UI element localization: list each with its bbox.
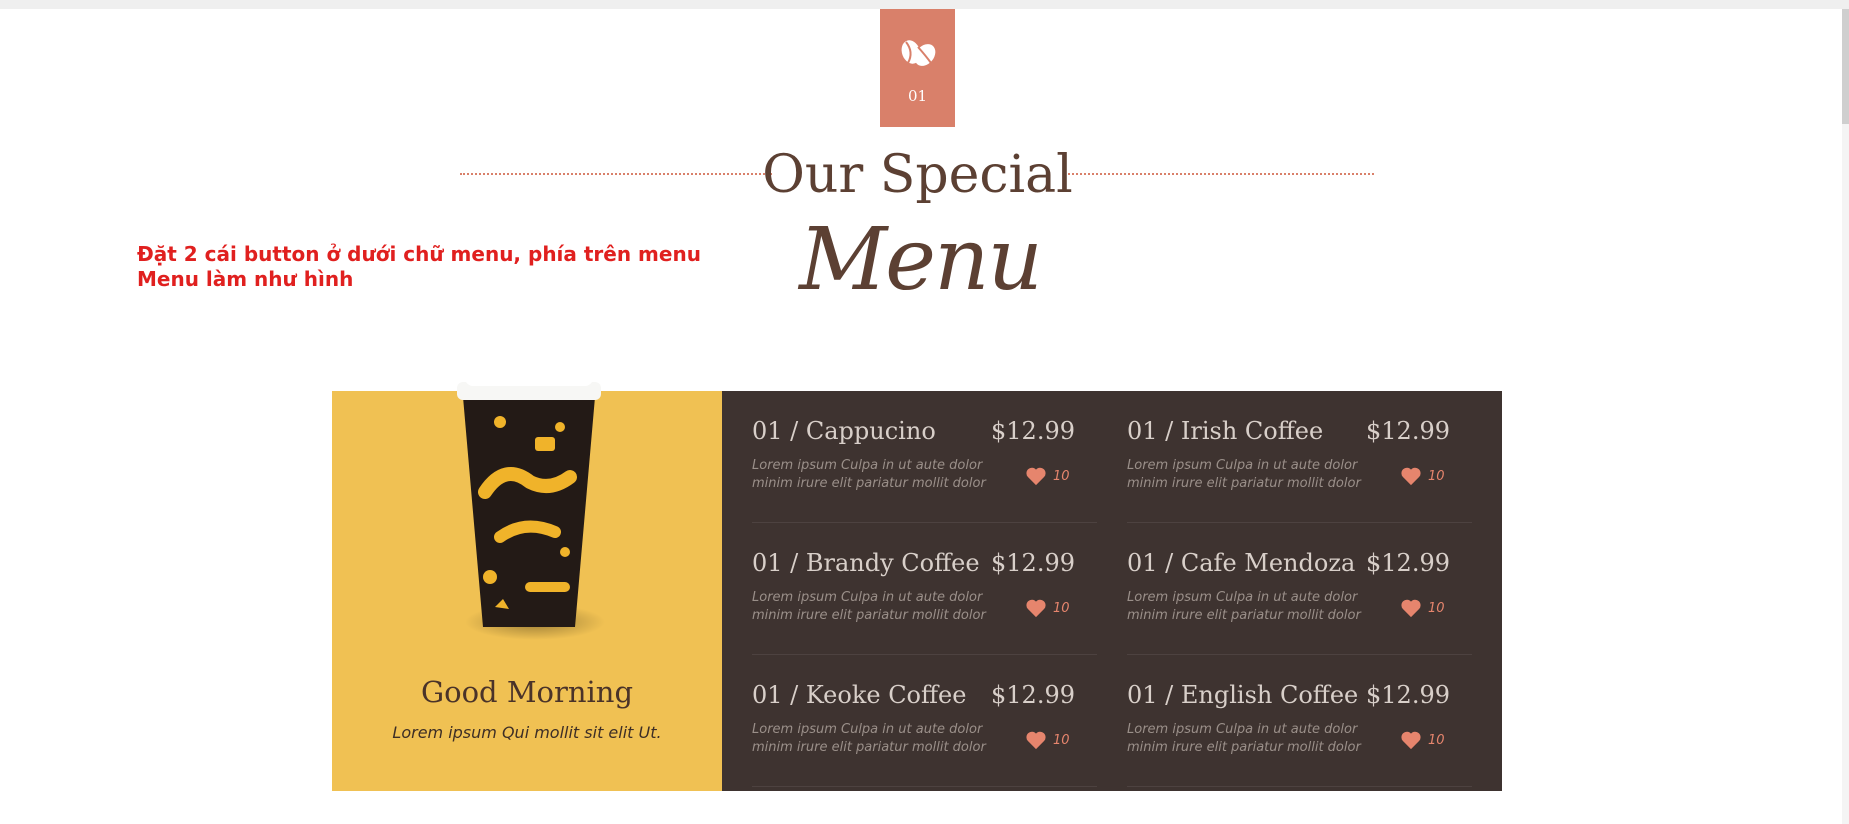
item-divider <box>752 786 1097 787</box>
section-number: 01 <box>907 87 928 105</box>
like-button[interactable]: 10 <box>1025 598 1070 618</box>
menu-item-name: 01 / Irish Coffee <box>1127 417 1324 445</box>
annotation-note: Đặt 2 cái button ở dưới chữ menu, phía t… <box>137 242 777 292</box>
promo-subtitle: Lorem ipsum Qui mollit sit elit Ut. <box>392 723 662 742</box>
menu-item[interactable]: 01 / Keoke Coffee $12.99 Lorem ipsum Cul… <box>752 655 1097 787</box>
menu-item-description: Lorem ipsum Culpa in ut aute dolor minim… <box>1127 458 1361 491</box>
like-button[interactable]: 10 <box>1025 466 1070 486</box>
menu-item-description: Lorem ipsum Culpa in ut aute dolor minim… <box>1127 590 1361 623</box>
item-divider <box>1127 786 1472 787</box>
menu-item-price: $12.99 <box>1366 417 1450 445</box>
menu-item-price: $12.99 <box>1366 681 1450 709</box>
heart-icon <box>1026 467 1046 486</box>
section-title-script: Menu <box>799 210 1043 310</box>
section-badge: 01 <box>880 9 955 127</box>
like-count: 10 <box>1428 732 1445 748</box>
top-strip <box>0 0 1849 9</box>
heart-icon <box>1026 731 1046 750</box>
like-count: 10 <box>1428 468 1445 484</box>
coffee-beans-icon <box>901 40 936 66</box>
menu-item-name: 01 / Keoke Coffee <box>752 681 967 709</box>
menu-item[interactable]: 01 / Cafe Mendoza $12.99 Lorem ipsum Cul… <box>1127 523 1472 655</box>
menu-item-name: 01 / Cafe Mendoza <box>1127 549 1356 577</box>
section-title: Our Special <box>762 145 1073 205</box>
menu-item-price: $12.99 <box>991 681 1075 709</box>
menu-item-description: Lorem ipsum Culpa in ut aute dolor minim… <box>752 590 986 623</box>
like-button[interactable]: 10 <box>1400 466 1445 486</box>
like-button[interactable]: 10 <box>1400 730 1445 750</box>
coffee-cup-image <box>457 366 605 640</box>
like-button[interactable]: 10 <box>1025 730 1070 750</box>
menu-item[interactable]: 01 / Irish Coffee $12.99 Lorem ipsum Cul… <box>1127 391 1472 523</box>
heart-icon <box>1401 467 1421 486</box>
menu-item[interactable]: 01 / English Coffee $12.99 Lorem ipsum C… <box>1127 655 1472 787</box>
like-count: 10 <box>1053 468 1070 484</box>
like-count: 10 <box>1053 600 1070 616</box>
like-count: 10 <box>1428 600 1445 616</box>
heart-icon <box>1401 731 1421 750</box>
annotation-line-2: Menu làm như hình <box>137 267 354 291</box>
annotation-line-1: Đặt 2 cái button ở dưới chữ menu, phía t… <box>137 242 701 266</box>
scrollbar-track[interactable] <box>1842 9 1849 824</box>
like-button[interactable]: 10 <box>1400 598 1445 618</box>
menu-item-description: Lorem ipsum Culpa in ut aute dolor minim… <box>1127 722 1361 755</box>
menu-item-description: Lorem ipsum Culpa in ut aute dolor minim… <box>752 458 986 491</box>
scrollbar-thumb[interactable] <box>1842 9 1849 124</box>
menu-item-description: Lorem ipsum Culpa in ut aute dolor minim… <box>752 722 986 755</box>
menu-item-price: $12.99 <box>991 549 1075 577</box>
menu-item-name: 01 / English Coffee <box>1127 681 1359 709</box>
menu-item-name: 01 / Cappucino <box>752 417 936 445</box>
menu-item[interactable]: 01 / Cappucino $12.99 Lorem ipsum Culpa … <box>752 391 1097 523</box>
heart-icon <box>1401 599 1421 618</box>
promo-title: Good Morning <box>420 675 634 709</box>
heart-icon <box>1026 599 1046 618</box>
like-count: 10 <box>1053 732 1070 748</box>
menu-item[interactable]: 01 / Brandy Coffee $12.99 Lorem ipsum Cu… <box>752 523 1097 655</box>
menu-item-name: 01 / Brandy Coffee <box>752 549 980 577</box>
menu-item-price: $12.99 <box>1366 549 1450 577</box>
menu-item-price: $12.99 <box>991 417 1075 445</box>
